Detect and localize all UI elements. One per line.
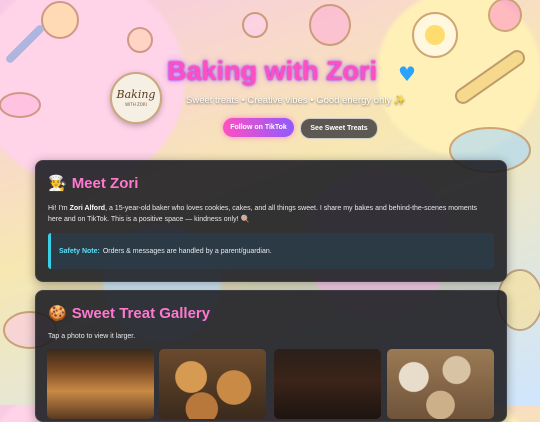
- intro-post: , a 15-year-old baker who loves cookies,…: [48, 205, 478, 223]
- safety-note: Safety Note: Orders & messages are handl…: [48, 233, 494, 269]
- meet-heading: 🧑‍🍳 Meet Zori: [48, 174, 138, 192]
- blue-heart-icon: ♥: [398, 62, 416, 86]
- site-title: Baking with Zori: [167, 56, 378, 86]
- gallery-card: 🍪 Sweet Treat Gallery Tap a photo to view…: [35, 290, 507, 422]
- gallery-heading: 🍪 Sweet Treat Gallery: [48, 304, 210, 322]
- intro-name: Zori Alford: [69, 205, 106, 212]
- hero-section: Baking WITH ZORI Baking with Zori ♥ Swee…: [0, 0, 540, 160]
- gallery-photo-pies[interactable]: [47, 349, 154, 419]
- gallery-photo-brownies[interactable]: [274, 349, 381, 419]
- logo-subtitle: WITH ZORI: [125, 102, 147, 107]
- gallery-photo-cookies[interactable]: [159, 349, 266, 419]
- gallery-heading-text: Sweet Treat Gallery: [71, 305, 211, 322]
- meet-heading-text: Meet Zori: [71, 175, 139, 192]
- safety-text: Orders & messages are handled by a paren…: [102, 247, 272, 255]
- follow-tiktok-button[interactable]: Follow on TikTok: [223, 118, 294, 137]
- site-logo[interactable]: Baking WITH ZORI: [110, 72, 162, 124]
- meet-zori-card: 🧑‍🍳 Meet Zori Hi! I'm Zori Alford, a 15-y…: [35, 160, 507, 282]
- tagline: Sweet treats • Creative vibes • Good ene…: [186, 95, 406, 106]
- see-sweet-treats-button[interactable]: See Sweet Treats: [300, 118, 378, 139]
- intro-pre: Hi! I'm: [48, 205, 70, 212]
- cookie-icon: 🍪: [48, 305, 67, 322]
- gallery-hint: Tap a photo to view it larger.: [48, 333, 136, 340]
- safety-label: Safety Note:: [59, 247, 100, 255]
- chef-icon: 🧑‍🍳: [48, 175, 67, 192]
- gallery-photo-treats[interactable]: [387, 349, 494, 419]
- intro-paragraph: Hi! I'm Zori Alford, a 15-year-old baker…: [48, 203, 488, 225]
- logo-wordmark: Baking: [116, 88, 156, 101]
